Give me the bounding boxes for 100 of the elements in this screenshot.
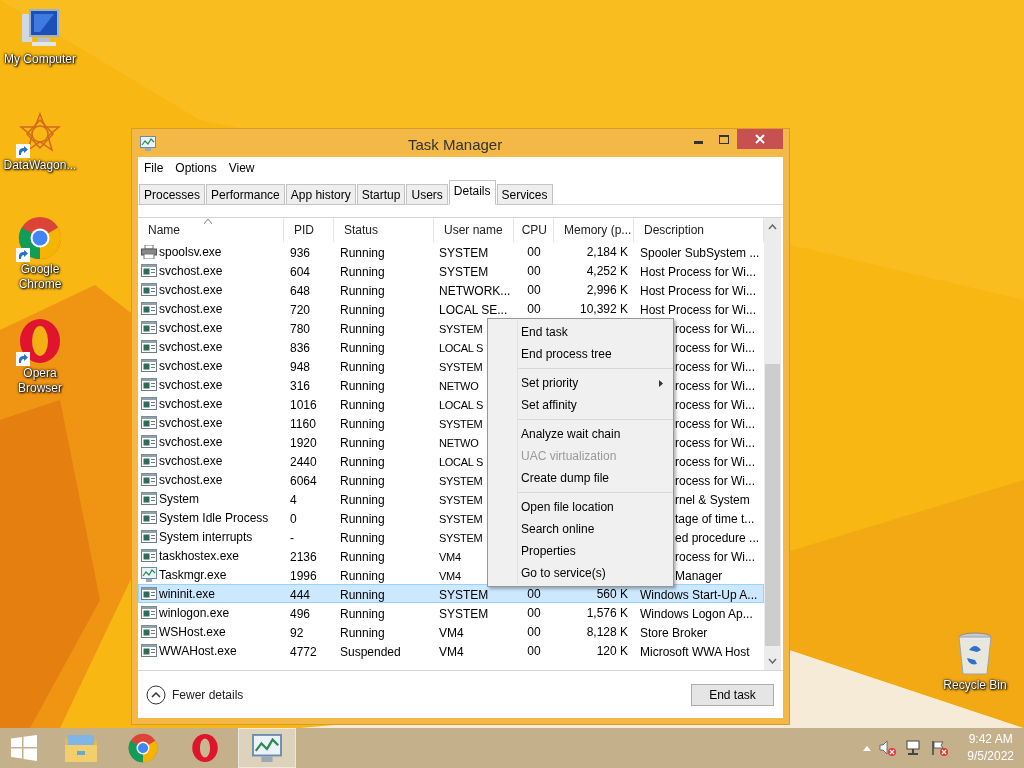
table-cell: Windows Start-Up A... <box>640 587 758 602</box>
table-cell: rocess for Wi... <box>675 378 755 393</box>
column-header[interactable]: Status <box>344 221 379 239</box>
context-menu-item[interactable]: Set priority <box>518 372 673 394</box>
table-cell: LOCAL SE... <box>439 302 508 317</box>
volume-muted-icon[interactable] <box>879 740 898 756</box>
scroll-down-icon[interactable] <box>768 658 777 664</box>
table-cell-text: winlogon.exe <box>159 604 230 622</box>
table-cell: NETWO <box>439 436 479 449</box>
column-header[interactable]: Description <box>644 221 705 239</box>
window-icon <box>141 492 157 505</box>
tab[interactable]: Performance <box>206 184 285 205</box>
flag-icon[interactable] <box>931 740 950 756</box>
table-cell: Running <box>340 416 385 431</box>
table-cell: 4772 <box>290 644 317 659</box>
table-cell: VM4 <box>439 569 461 582</box>
scroll-up-icon[interactable] <box>768 224 777 230</box>
taskbar-app-button[interactable] <box>238 728 296 768</box>
column-header[interactable]: PID <box>294 221 314 239</box>
table-cell: Running <box>340 359 385 374</box>
opera-icon[interactable] <box>18 318 62 364</box>
table-cell: SYSTEM <box>439 512 483 525</box>
table-cell-text: svchost.exe <box>159 395 223 413</box>
selected-row[interactable]: wininit.exe 444 Running SYSTEM 00 560 K Windows Start-Up A... <box>138 584 764 603</box>
table-cell: rocess for Wi... <box>675 473 755 488</box>
table-cell: SYSTEM <box>439 264 489 279</box>
menu-item[interactable]: File <box>140 159 168 177</box>
table-cell: - <box>290 530 294 545</box>
scrollbar[interactable] <box>764 218 781 670</box>
table-cell: 6064 <box>290 473 317 488</box>
context-menu-item[interactable]: Properties <box>518 540 673 562</box>
close-icon <box>755 134 765 144</box>
window-icon <box>141 378 157 391</box>
table-cell: VM4 <box>439 644 464 659</box>
table-cell: rocess for Wi... <box>675 549 755 564</box>
table-cell-text: 120 K <box>596 642 628 660</box>
table-cell: SYSTEM <box>439 360 483 373</box>
context-menu-item[interactable]: Analyze wait chain <box>518 423 673 445</box>
tab[interactable]: Processes <box>139 184 206 205</box>
window-icon <box>141 283 157 296</box>
close-button[interactable] <box>737 129 783 149</box>
table-cell: rocess for Wi... <box>675 397 755 412</box>
table-cell-text: 00 <box>527 262 541 280</box>
context-menu-item[interactable]: Open file location <box>518 496 673 518</box>
table-cell-text: 00 <box>527 623 541 641</box>
context-menu-item[interactable]: Search online <box>518 518 673 540</box>
end-task-button[interactable]: End task <box>691 683 774 706</box>
table-cell-text: System Idle Process <box>159 509 269 527</box>
table-cell: Windows Logon Ap... <box>640 606 753 621</box>
window-icon <box>141 321 157 334</box>
chrome-icon[interactable] <box>18 216 62 260</box>
fewer-details-link[interactable]: Fewer details <box>172 685 244 704</box>
table-cell: LOCAL S <box>439 341 483 354</box>
table-cell: Store Broker <box>640 625 708 640</box>
tab[interactable]: Startup <box>356 184 406 205</box>
table-cell: rocess for Wi... <box>675 435 755 450</box>
table-cell-text: svchost.exe <box>159 471 223 489</box>
monitor-icon <box>141 567 157 582</box>
table-cell: Running <box>340 587 385 602</box>
table-cell-text: WWAHost.exe <box>159 642 237 660</box>
table-cell: rnel & System <box>675 492 750 507</box>
table-cell: 1016 <box>290 397 317 412</box>
column-header[interactable]: Name <box>148 221 180 239</box>
table-cell: Spooler SubSystem ... <box>640 245 760 260</box>
menu-item[interactable]: View <box>224 159 259 177</box>
table-cell: 496 <box>290 606 311 621</box>
table-cell-text: svchost.exe <box>159 262 223 280</box>
table-cell: Running <box>340 435 385 450</box>
table-cell-text: svchost.exe <box>159 414 223 432</box>
menu-item[interactable]: Options <box>171 159 221 177</box>
collapse-icon[interactable] <box>146 684 166 705</box>
table-cell-text: Taskmgr.exe <box>159 566 227 584</box>
table-cell: 948 <box>290 359 311 374</box>
table-cell: 0 <box>290 511 297 526</box>
context-menu-item[interactable]: Set affinity <box>518 394 673 416</box>
table-cell-text: System interrupts <box>159 528 253 546</box>
table-cell: Running <box>340 245 385 260</box>
scrollbar-thumb[interactable] <box>765 364 780 646</box>
table-cell: SYSTEM <box>439 587 489 602</box>
table-cell: SYSTEM <box>439 493 483 506</box>
tab[interactable]: Services <box>496 184 553 205</box>
table-cell: Running <box>340 454 385 469</box>
folder-icon <box>64 733 98 763</box>
table-cell: LOCAL S <box>439 398 483 411</box>
column-header[interactable]: Memory (p... <box>564 221 632 239</box>
table-cell: 604 <box>290 264 311 279</box>
context-menu-item[interactable]: End task <box>488 321 673 343</box>
table-cell-text: svchost.exe <box>159 338 223 356</box>
column-header[interactable]: User name <box>444 221 503 239</box>
recycle-bin-icon[interactable] <box>957 632 993 676</box>
tab[interactable]: App history <box>285 184 356 205</box>
context-menu-item[interactable]: Create dump file <box>518 467 673 489</box>
column-header[interactable]: CPU <box>521 221 547 239</box>
table-cell: SYSTEM <box>439 322 483 335</box>
tab[interactable]: Details <box>448 180 496 205</box>
context-menu-item[interactable]: End process tree <box>488 343 673 365</box>
context-menu-item[interactable]: Go to service(s) <box>518 562 673 584</box>
tab[interactable]: Users <box>406 184 448 205</box>
table-cell-text: 2,996 K <box>586 281 628 299</box>
table-cell: 1920 <box>290 435 317 450</box>
